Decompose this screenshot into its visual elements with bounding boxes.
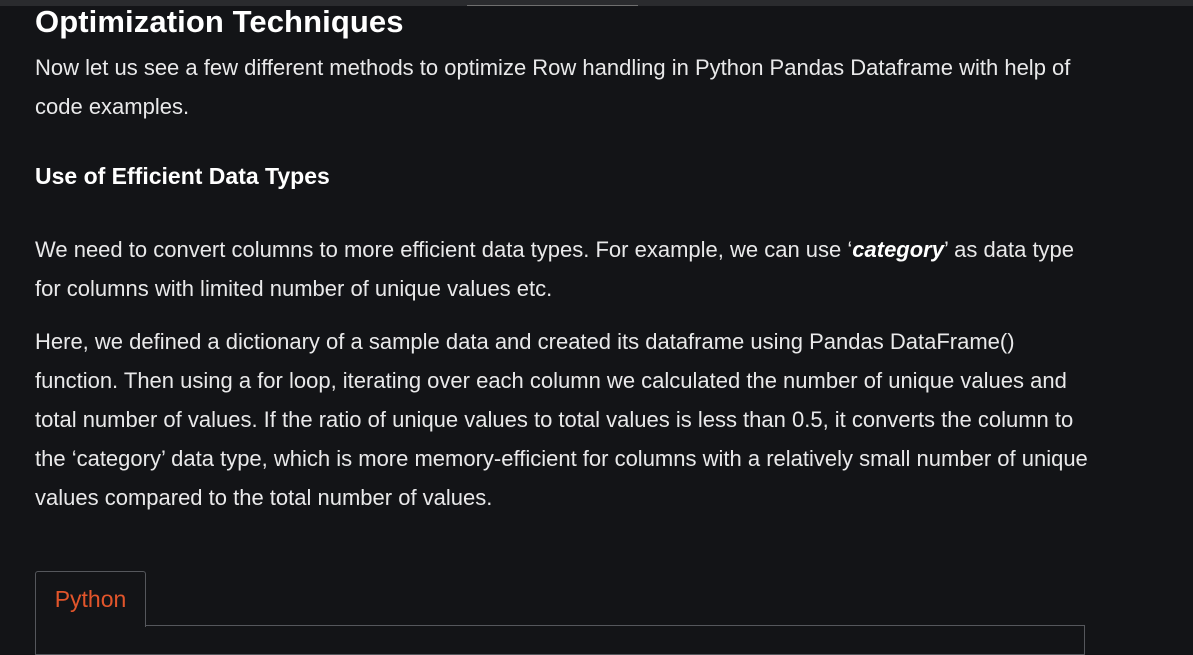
paragraph-text-start: We need to convert columns to more effic… — [35, 237, 853, 262]
top-tab-indicator — [467, 0, 638, 6]
code-block — [35, 625, 1085, 655]
intro-paragraph: Now let us see a few different methods t… — [35, 55, 1071, 119]
code-language-label: Python — [54, 586, 127, 612]
efficient-types-paragraph: We need to convert columns to more effic… — [35, 230, 1095, 308]
code-language-tab[interactable]: Python — [35, 571, 146, 627]
subheading: Use of Efficient Data Types — [35, 163, 330, 189]
section-title: Optimization Techniques — [35, 4, 404, 39]
category-emphasis: category — [852, 237, 944, 262]
explanation-paragraph: Here, we defined a dictionary of a sampl… — [35, 329, 1088, 510]
